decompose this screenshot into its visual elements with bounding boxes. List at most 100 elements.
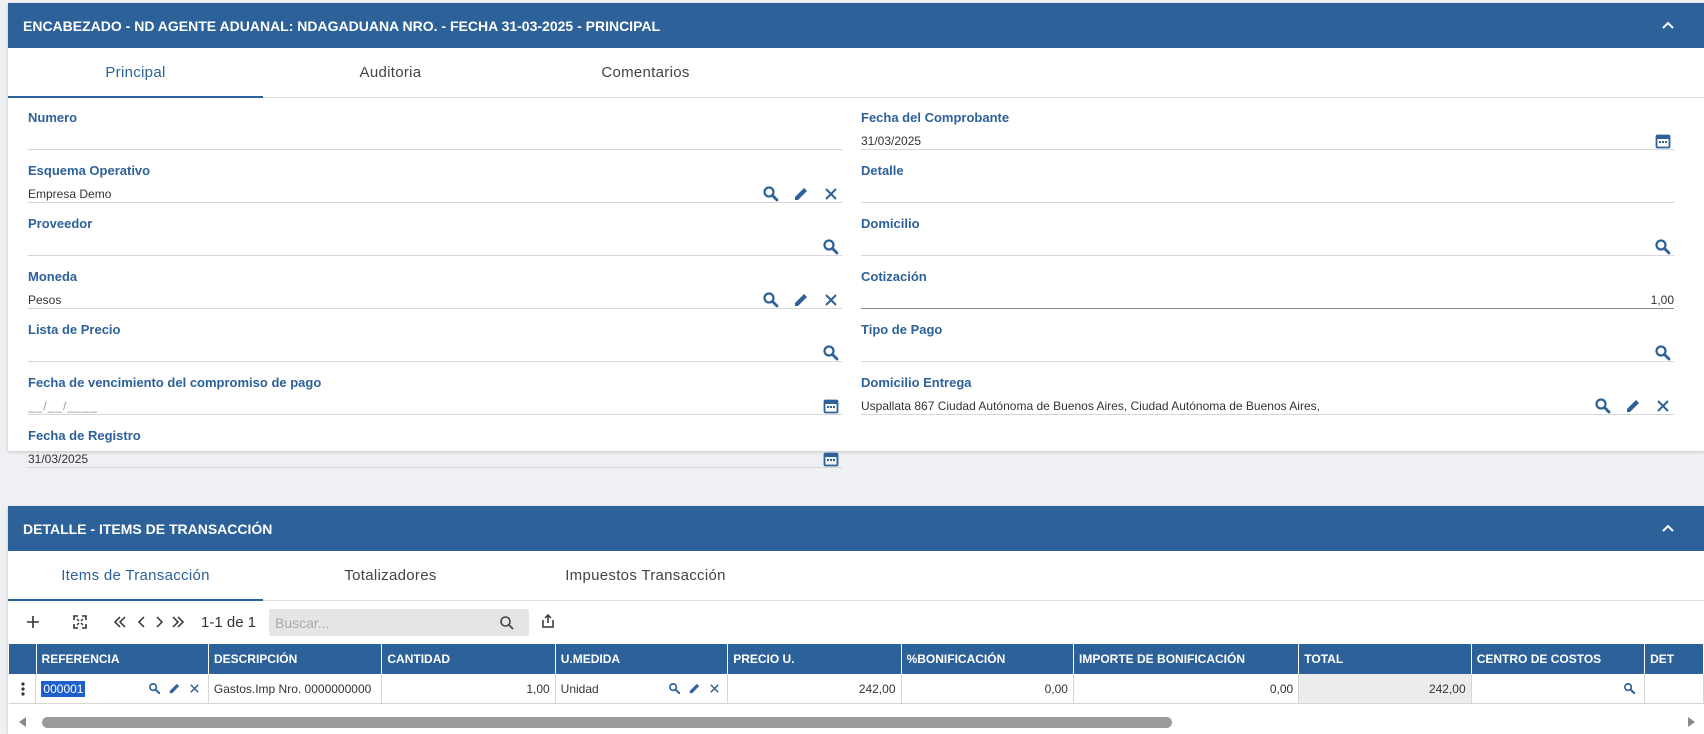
scroll-left-icon[interactable]	[16, 715, 30, 729]
field-lista-de-precio[interactable]: Lista de Precio	[28, 309, 842, 362]
close-icon[interactable]	[1654, 397, 1672, 415]
row-menu[interactable]	[9, 674, 37, 704]
grid-search-input[interactable]	[269, 609, 489, 636]
more-vertical-icon[interactable]	[15, 681, 31, 697]
tab-auditoria[interactable]: Auditoria	[263, 48, 518, 97]
first-page-icon[interactable]	[112, 614, 128, 630]
tab-comentarios[interactable]: Comentarios	[518, 48, 773, 97]
cell-referencia[interactable]: 000001	[36, 674, 209, 704]
tab-principal[interactable]: Principal	[8, 48, 263, 98]
close-icon[interactable]	[822, 291, 840, 309]
column-header[interactable]: CENTRO DE COSTOS	[1471, 644, 1646, 674]
cell-centro-costos[interactable]	[1471, 674, 1646, 704]
field-moneda[interactable]: Moneda Pesos	[28, 256, 842, 309]
field-fecha-vencimiento[interactable]: Fecha de vencimiento del compromiso de p…	[28, 362, 842, 415]
close-icon[interactable]	[188, 682, 201, 695]
field-fecha-del-comprobante[interactable]: Fecha del Comprobante 31/03/2025	[861, 97, 1674, 150]
field-label: Moneda	[28, 269, 78, 284]
close-icon[interactable]	[822, 185, 840, 203]
cell-importe-bonificacion[interactable]: 0,00	[1073, 674, 1300, 704]
header-panel-title-bar[interactable]: ENCABEZADO - ND AGENTE ADUANAL: NDAGADUA…	[8, 3, 1704, 48]
pencil-icon[interactable]	[1624, 397, 1642, 415]
chevron-up-icon[interactable]	[1660, 520, 1676, 536]
search-icon[interactable]	[148, 682, 161, 695]
field-domicilio[interactable]: Domicilio	[861, 203, 1674, 256]
header-panel: ENCABEZADO - ND AGENTE ADUANAL: NDAGADUA…	[8, 3, 1704, 468]
pencil-icon[interactable]	[688, 682, 701, 695]
cell-umedida[interactable]: Unidad	[555, 674, 729, 704]
search-icon[interactable]	[762, 185, 780, 203]
scrollbar-thumb[interactable]	[42, 717, 1172, 728]
column-header[interactable]: IMPORTE DE BONIFICACIÓN	[1074, 644, 1300, 674]
column-header[interactable]: REFERENCIA	[36, 644, 209, 674]
last-page-icon[interactable]	[170, 614, 186, 630]
field-label: Domicilio	[861, 216, 920, 231]
column-header[interactable]: PRECIO U.	[728, 644, 902, 674]
search-icon[interactable]	[1654, 238, 1672, 256]
field-tipo-de-pago[interactable]: Tipo de Pago	[861, 309, 1674, 362]
cell-det[interactable]	[1645, 674, 1704, 704]
search-icon[interactable]	[499, 615, 515, 631]
prev-page-icon[interactable]	[134, 614, 150, 630]
cell-cantidad[interactable]: 1,00	[382, 674, 556, 704]
detail-tabs: Items de Transacción Totalizadores Impue…	[8, 551, 1704, 601]
field-cotizacion[interactable]: Cotización 1,00	[861, 256, 1674, 309]
calendar-icon[interactable]	[822, 397, 840, 415]
horizontal-scrollbar[interactable]	[8, 713, 1704, 731]
field-label: Proveedor	[28, 216, 93, 231]
field-domicilio-entrega[interactable]: Domicilio Entrega Uspallata 867 Ciudad A…	[861, 362, 1674, 415]
search-icon[interactable]	[822, 238, 840, 256]
pencil-icon[interactable]	[792, 291, 810, 309]
tab-items-de-transaccion[interactable]: Items de Transacción	[8, 551, 263, 601]
search-icon[interactable]	[1623, 682, 1636, 695]
detail-panel-title-bar[interactable]: DETALLE - ITEMS DE TRANSACCIÓN	[8, 506, 1704, 551]
table-row[interactable]: 000001 Gastos.Imp Nro. 0000000000 1,00 U…	[9, 674, 1704, 704]
column-header[interactable]: DET	[1645, 644, 1704, 674]
fullscreen-icon[interactable]	[72, 614, 88, 630]
pager-text: 1-1 de 1	[201, 614, 257, 631]
calendar-icon[interactable]	[822, 450, 840, 468]
field-label: Detalle	[861, 163, 904, 178]
column-header[interactable]: TOTAL	[1299, 644, 1472, 674]
field-numero[interactable]: Numero	[28, 97, 842, 150]
field-label: Fecha de vencimiento del compromiso de p…	[28, 375, 322, 390]
column-header[interactable]: CANTIDAD	[382, 644, 556, 674]
cell-precio[interactable]: 242,00	[728, 674, 902, 704]
field-value: Pesos	[28, 293, 62, 307]
column-header[interactable]: DESCRIPCIÓN	[208, 644, 383, 674]
field-proveedor[interactable]: Proveedor	[28, 203, 842, 256]
search-icon[interactable]	[1594, 397, 1612, 415]
grid-header-menu[interactable]	[9, 644, 37, 674]
umedida-value: Unidad	[560, 682, 599, 696]
grid-search[interactable]	[269, 609, 529, 636]
search-icon[interactable]	[1654, 344, 1672, 362]
chevron-up-icon[interactable]	[1660, 17, 1676, 33]
export-icon[interactable]	[540, 613, 556, 629]
next-page-icon[interactable]	[151, 614, 167, 630]
search-icon[interactable]	[822, 344, 840, 362]
pencil-icon[interactable]	[168, 682, 181, 695]
add-icon[interactable]	[25, 614, 41, 630]
cell-bonificacion[interactable]: 0,00	[901, 674, 1074, 704]
close-icon[interactable]	[708, 682, 721, 695]
cell-descripcion[interactable]: Gastos.Imp Nro. 0000000000	[208, 674, 383, 704]
search-icon[interactable]	[762, 291, 780, 309]
field-value: Uspallata 867 Ciudad Autónoma de Buenos …	[861, 399, 1320, 413]
field-label: Fecha de Registro	[28, 428, 141, 443]
column-header[interactable]: U.MEDIDA	[555, 644, 729, 674]
search-icon[interactable]	[668, 682, 681, 695]
calendar-icon[interactable]	[1654, 132, 1672, 150]
field-detalle[interactable]: Detalle	[861, 150, 1674, 203]
field-label: Domicilio Entrega	[861, 375, 972, 390]
tab-impuestos-transaccion[interactable]: Impuestos Transacción	[518, 551, 773, 600]
referencia-value[interactable]: 000001	[41, 681, 86, 697]
column-header[interactable]: %BONIFICACIÓN	[901, 644, 1075, 674]
field-esquema-operativo[interactable]: Esquema Operativo Empresa Demo	[28, 150, 842, 203]
field-value: 31/03/2025	[28, 452, 89, 466]
field-label: Lista de Precio	[28, 322, 121, 337]
pencil-icon[interactable]	[792, 185, 810, 203]
header-tabs: Principal Auditoria Comentarios	[8, 48, 1704, 98]
field-fecha-de-registro[interactable]: Fecha de Registro 31/03/2025	[28, 415, 842, 468]
scroll-right-icon[interactable]	[1684, 715, 1698, 729]
tab-totalizadores[interactable]: Totalizadores	[263, 551, 518, 600]
